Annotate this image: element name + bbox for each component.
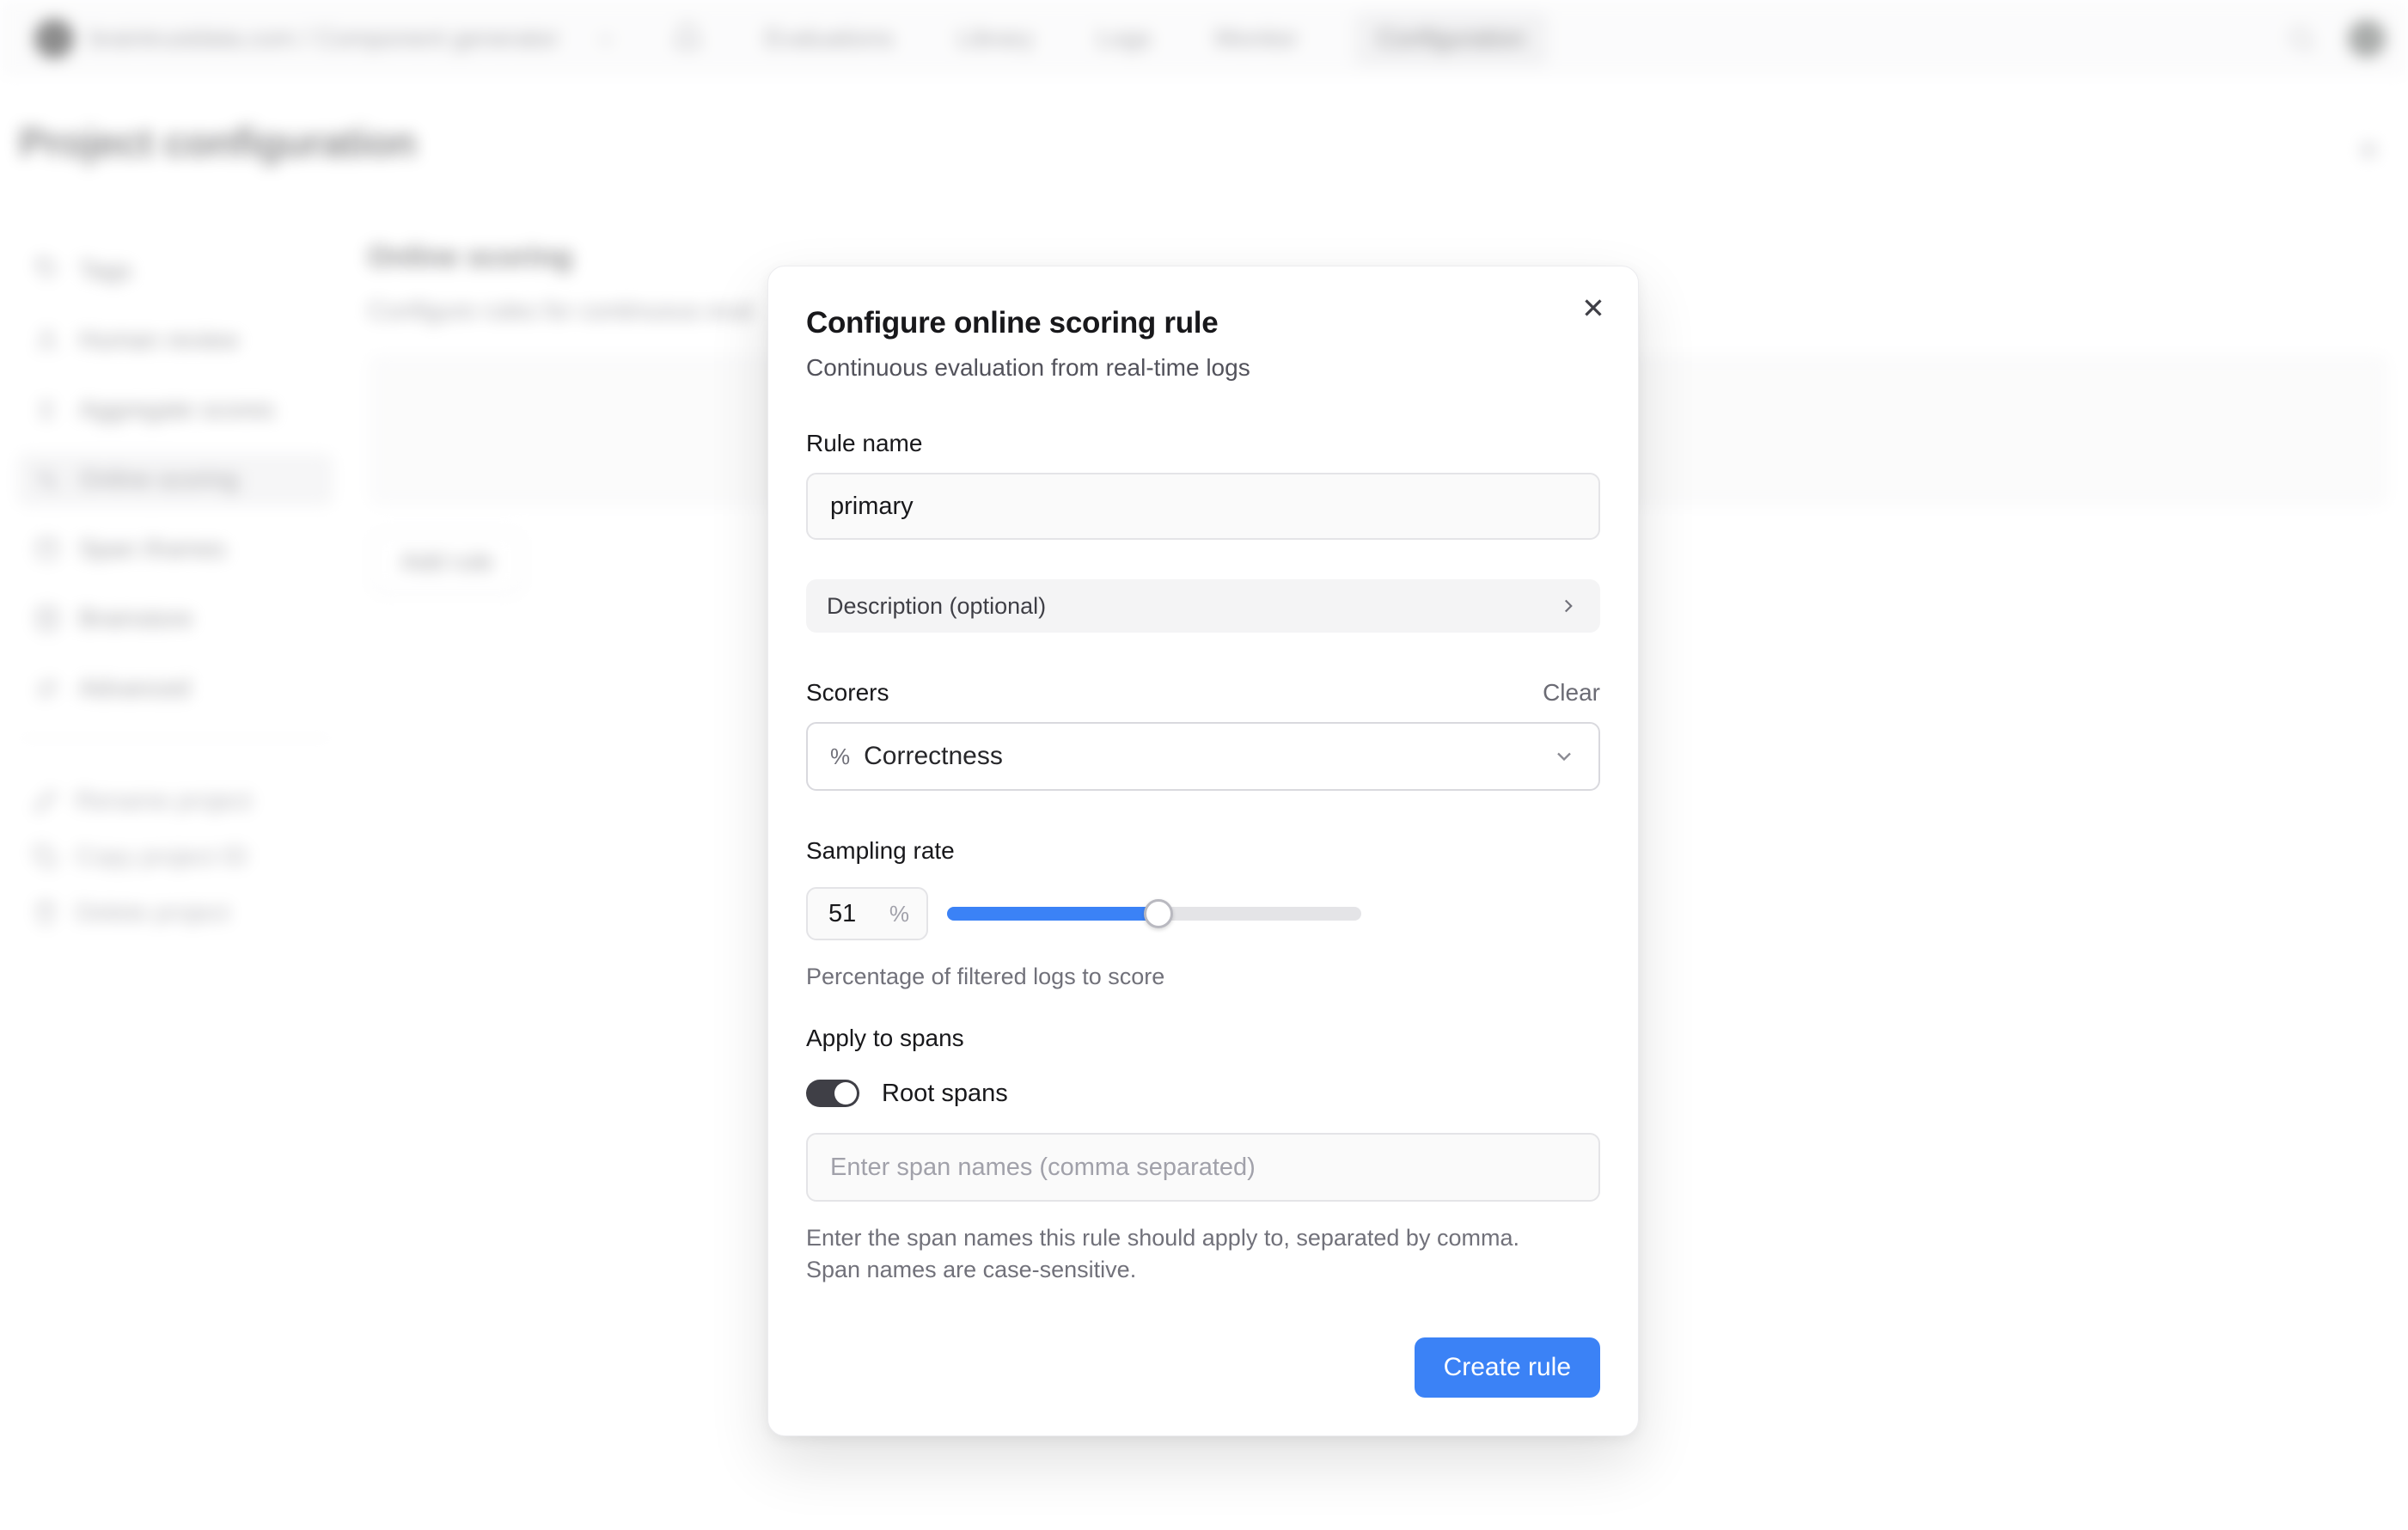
- root-spans-row: Root spans: [806, 1074, 1600, 1112]
- modal-title: Configure online scoring rule: [806, 304, 1600, 342]
- sampling-rate-value: 51: [828, 900, 856, 928]
- description-label: Description (optional): [827, 593, 1046, 620]
- slider-thumb[interactable]: [1144, 899, 1173, 928]
- modal-footer: Create rule: [806, 1337, 1600, 1398]
- span-names-helper: Enter the span names this rule should ap…: [806, 1222, 1580, 1286]
- sampling-rate-label: Sampling rate: [806, 835, 1600, 866]
- root-spans-toggle[interactable]: [806, 1080, 859, 1107]
- close-icon[interactable]: ✕: [1574, 289, 1612, 327]
- scorers-clear-button[interactable]: Clear: [1543, 679, 1600, 707]
- slider-fill: [947, 907, 1158, 921]
- sampling-rate-slider[interactable]: [947, 899, 1361, 928]
- toggle-knob: [834, 1082, 857, 1105]
- configure-rule-modal: ✕ Configure online scoring rule Continuo…: [767, 266, 1639, 1436]
- create-rule-button[interactable]: Create rule: [1415, 1337, 1600, 1398]
- sampling-rate-helper: Percentage of filtered logs to score: [806, 961, 1600, 992]
- percent-icon: %: [830, 744, 850, 770]
- sampling-rate-row: 51 %: [806, 887, 1600, 940]
- description-accordion[interactable]: Description (optional): [806, 579, 1600, 633]
- sampling-rate-field[interactable]: 51 %: [806, 887, 928, 940]
- span-names-field: [806, 1133, 1600, 1202]
- scorer-select[interactable]: % Correctness: [806, 722, 1600, 791]
- modal-subtitle: Continuous evaluation from real-time log…: [806, 352, 1600, 383]
- rule-name-field: [806, 473, 1600, 540]
- chevron-right-icon: [1557, 595, 1580, 617]
- sampling-rate-unit: %: [889, 901, 909, 927]
- root-spans-label: Root spans: [882, 1080, 1008, 1108]
- scorer-selected-value: Correctness: [864, 742, 1003, 771]
- scorers-label: Scorers: [806, 677, 889, 708]
- rule-name-label: Rule name: [806, 428, 1600, 459]
- span-names-input[interactable]: [830, 1135, 1576, 1200]
- scorers-row: Scorers Clear: [806, 677, 1600, 708]
- apply-to-spans-label: Apply to spans: [806, 1023, 1600, 1054]
- chevron-down-icon: [1552, 744, 1576, 768]
- screen: braintrustdata.com / Component generator…: [0, 0, 2408, 1530]
- rule-name-input[interactable]: [830, 474, 1576, 538]
